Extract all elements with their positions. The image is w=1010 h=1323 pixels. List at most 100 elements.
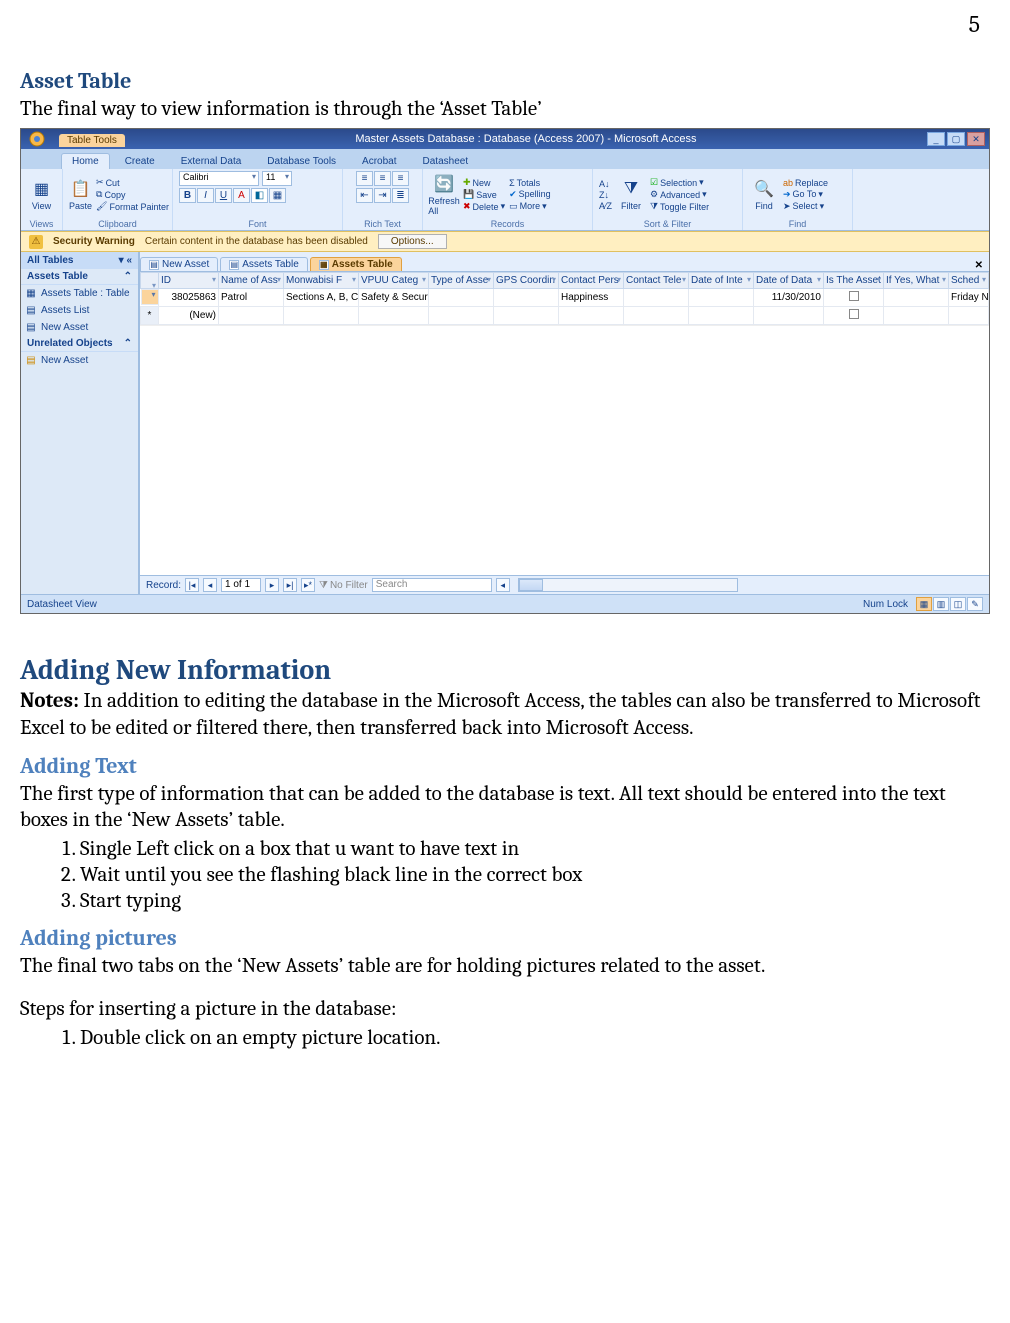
ribbon-tab-home[interactable]: Home bbox=[61, 153, 110, 169]
sort-desc-button[interactable]: Z↓ bbox=[599, 190, 612, 200]
new-row[interactable]: * (New) bbox=[141, 307, 989, 325]
nav-category-unrelated[interactable]: Unrelated Objects⌃ bbox=[21, 336, 138, 352]
form-icon: ▤ bbox=[25, 304, 37, 316]
col-tel[interactable]: Contact Tele bbox=[624, 273, 689, 289]
col-vpuu[interactable]: VPUU Categ bbox=[359, 273, 429, 289]
view-datasheet-icon[interactable]: ▦ bbox=[916, 597, 932, 611]
nav-item-unrelated-new-asset[interactable]: ▤New Asset bbox=[21, 352, 138, 369]
clear-sort-button[interactable]: A⁄Z bbox=[599, 201, 612, 211]
col-interv[interactable]: Date of Inte bbox=[689, 273, 754, 289]
datasheet-empty-area[interactable] bbox=[140, 325, 989, 575]
decrease-indent-button[interactable]: ⇤ bbox=[356, 188, 373, 203]
totals-button[interactable]: ΣTotals bbox=[509, 178, 551, 188]
new-row-selector[interactable]: * bbox=[141, 307, 159, 325]
prev-record-button[interactable]: ◂ bbox=[203, 578, 217, 592]
align-right-button[interactable]: ≡ bbox=[392, 171, 409, 186]
record-position[interactable]: 1 of 1 bbox=[221, 578, 261, 592]
col-mon[interactable]: Monwabisi F bbox=[284, 273, 359, 289]
view-pivotchart-icon[interactable]: ◫ bbox=[950, 597, 966, 611]
toggle-icon: ⧩ bbox=[650, 201, 658, 212]
new-record-nav-button[interactable]: ▸* bbox=[301, 578, 315, 592]
ribbon-tab-acrobat[interactable]: Acrobat bbox=[351, 153, 407, 169]
paste-button[interactable]: 📋 Paste bbox=[69, 178, 92, 211]
col-data[interactable]: Date of Data bbox=[754, 273, 824, 289]
ribbon-tab-database-tools[interactable]: Database Tools bbox=[256, 153, 347, 169]
nav-category-assets-table[interactable]: Assets Table⌃ bbox=[21, 269, 138, 285]
table-icon: ▦ bbox=[319, 260, 329, 270]
font-size-select[interactable]: 11 bbox=[262, 171, 292, 186]
nav-item-assets-table[interactable]: ▦Assets Table : Table bbox=[21, 285, 138, 302]
ribbon-tab-external-data[interactable]: External Data bbox=[170, 153, 253, 169]
col-id[interactable]: ID bbox=[159, 273, 219, 289]
ribbon-tab-create[interactable]: Create bbox=[114, 153, 166, 169]
delete-record-button[interactable]: ✖Delete ▾ bbox=[463, 201, 505, 212]
format-painter-button[interactable]: 🖌Format Painter bbox=[96, 201, 169, 212]
font-name-select[interactable]: Calibri bbox=[179, 171, 259, 186]
doctab-new-asset[interactable]: ▤New Asset bbox=[140, 257, 218, 271]
sort-asc-button[interactable]: A↓ bbox=[599, 179, 612, 189]
align-left-button[interactable]: ≡ bbox=[356, 171, 373, 186]
hscroll-left[interactable]: ◂ bbox=[496, 578, 510, 592]
scrollbar-thumb[interactable] bbox=[519, 579, 543, 591]
view-pivottable-icon[interactable]: ▥ bbox=[933, 597, 949, 611]
row-selector[interactable] bbox=[141, 289, 159, 305]
last-record-button[interactable]: ▸| bbox=[283, 578, 297, 592]
maximize-button[interactable]: ▢ bbox=[947, 132, 965, 146]
form-icon: ▤ bbox=[149, 260, 159, 270]
checkbox-icon[interactable] bbox=[849, 309, 859, 319]
security-options-button[interactable]: Options... bbox=[378, 234, 447, 249]
col-ifyes[interactable]: If Yes, What bbox=[884, 273, 949, 289]
refresh-all-button[interactable]: 🔄 Refresh All bbox=[429, 173, 459, 216]
save-record-button[interactable]: 💾Save bbox=[463, 189, 505, 200]
record-search-box[interactable]: Search bbox=[372, 578, 492, 592]
fill-color-button[interactable]: ◧ bbox=[251, 188, 268, 203]
toggle-filter-button[interactable]: ⧩Toggle Filter bbox=[650, 201, 709, 212]
horizontal-scrollbar[interactable] bbox=[518, 578, 738, 592]
italic-button[interactable]: I bbox=[197, 188, 214, 203]
col-name[interactable]: Name of Ass bbox=[219, 273, 284, 289]
underline-button[interactable]: U bbox=[215, 188, 232, 203]
data-row-1[interactable]: 38025863 Patrol Sections A, B, C Safety … bbox=[141, 289, 989, 307]
more-button[interactable]: ▭More ▾ bbox=[509, 201, 551, 212]
gridlines-button[interactable]: ▦ bbox=[269, 188, 286, 203]
list-button[interactable]: ≣ bbox=[392, 188, 409, 203]
replace-button[interactable]: abReplace bbox=[783, 178, 828, 188]
new-record-button[interactable]: ✚New bbox=[463, 177, 505, 188]
align-center-button[interactable]: ≡ bbox=[374, 171, 391, 186]
checkbox-icon[interactable] bbox=[849, 291, 859, 301]
view-design-icon[interactable]: ✎ bbox=[967, 597, 983, 611]
col-sched[interactable]: Sched bbox=[949, 273, 989, 289]
col-isasset[interactable]: Is The Asset bbox=[824, 273, 884, 289]
font-color-button[interactable]: A bbox=[233, 188, 250, 203]
bold-button[interactable]: B bbox=[179, 188, 196, 203]
minimize-button[interactable]: _ bbox=[927, 132, 945, 146]
doctab-close-button[interactable]: ✕ bbox=[969, 260, 989, 271]
spelling-button[interactable]: ✔Spelling bbox=[509, 189, 551, 200]
shield-icon: ⚠ bbox=[29, 235, 43, 249]
cursor-icon: ➤ bbox=[783, 201, 791, 212]
close-button[interactable]: ✕ bbox=[967, 132, 985, 146]
nav-item-new-asset[interactable]: ▤New Asset bbox=[21, 319, 138, 336]
selection-button[interactable]: ☑Selection ▾ bbox=[650, 177, 709, 188]
view-button[interactable]: ▦ View bbox=[27, 178, 56, 211]
next-record-button[interactable]: ▸ bbox=[265, 578, 279, 592]
nav-header[interactable]: All Tables ▾ « bbox=[21, 252, 138, 269]
nav-item-assets-list[interactable]: ▤Assets List bbox=[21, 302, 138, 319]
col-type[interactable]: Type of Asse bbox=[429, 273, 494, 289]
filter-button[interactable]: ⧩ Filter bbox=[616, 178, 646, 211]
datasheet-grid[interactable]: ID Name of Ass Monwabisi F VPUU Categ Ty… bbox=[140, 272, 989, 325]
col-gps[interactable]: GPS Coordin bbox=[494, 273, 559, 289]
advanced-filter-button[interactable]: ⚙Advanced ▾ bbox=[650, 189, 709, 200]
cut-button[interactable]: ✂Cut bbox=[96, 177, 169, 188]
office-button[interactable] bbox=[25, 129, 49, 149]
increase-indent-button[interactable]: ⇥ bbox=[374, 188, 391, 203]
select-button[interactable]: ➤Select ▾ bbox=[783, 201, 828, 212]
col-contact[interactable]: Contact Pers bbox=[559, 273, 624, 289]
doctab-assets-table-1[interactable]: ▤Assets Table bbox=[220, 257, 308, 271]
doctab-assets-table-active[interactable]: ▦Assets Table bbox=[310, 257, 402, 271]
copy-button[interactable]: ⧉Copy bbox=[96, 189, 169, 200]
find-button[interactable]: 🔍 Find bbox=[749, 178, 779, 211]
first-record-button[interactable]: |◂ bbox=[185, 578, 199, 592]
goto-button[interactable]: ➔Go To ▾ bbox=[783, 189, 828, 200]
ribbon-tab-datasheet[interactable]: Datasheet bbox=[412, 153, 480, 169]
